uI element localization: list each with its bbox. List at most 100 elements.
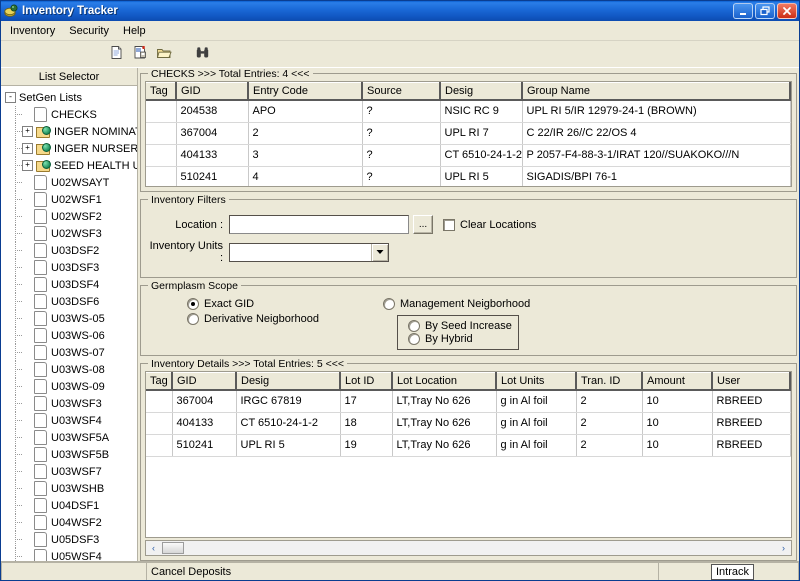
checks-cell-gid[interactable]: 404133: [176, 144, 249, 167]
hscrollbar-track[interactable]: [184, 541, 776, 555]
inventory-details-body[interactable]: 367004 IRGC 67819 17 LT,Tray No 626 g in Al …: [146, 390, 791, 457]
maximize-restore-button[interactable]: [755, 3, 775, 19]
tree-item-u03wshb[interactable]: U03WSHB: [3, 480, 137, 497]
inventory-details-cell-user[interactable]: RBREED: [712, 434, 791, 457]
checks-cell-source[interactable]: ?: [362, 144, 441, 167]
location-browse-button[interactable]: ...: [413, 215, 433, 234]
tree-expand-icon[interactable]: +: [22, 143, 33, 154]
inventory-details-cell-amount[interactable]: 10: [642, 412, 713, 435]
checks-cell-source[interactable]: ?: [362, 100, 441, 123]
table-row[interactable]: 404133 3? CT 6510-24-1-2 P 2057-F4-88-3-1/I…: [146, 144, 791, 167]
tree-item-u02wsf3[interactable]: U02WSF3: [3, 225, 137, 242]
radio-exact-gid-indicator[interactable]: [187, 298, 199, 310]
tree-collapse-icon[interactable]: -: [5, 92, 16, 103]
table-row[interactable]: 204538 APO? NSIC RC 9 UPL RI 5/IR 12979-24-…: [146, 100, 791, 123]
checks-cell-desig[interactable]: UPL RI 5: [440, 166, 523, 186]
checks-cell-gid[interactable]: 367004: [176, 122, 249, 145]
inventory-details-header-gid[interactable]: GID: [172, 372, 237, 391]
table-row[interactable]: 404133 CT 6510-24-1-2 18 LT,Tray No 626 g in…: [146, 412, 791, 435]
radio-by-hybrid[interactable]: By Hybrid: [408, 333, 512, 345]
new-document-button[interactable]: [105, 44, 127, 64]
checks-cell-source[interactable]: ?: [362, 166, 441, 186]
inventory-units-select[interactable]: [229, 242, 389, 262]
checks-table-body[interactable]: 204538 APO? NSIC RC 9 UPL RI 5/IR 12979-24-…: [146, 100, 791, 186]
inventory-details-cell-lot-location[interactable]: LT,Tray No 626: [392, 412, 497, 435]
tree-item-u03ws-07[interactable]: U03WS-07: [3, 344, 137, 361]
inventory-details-cell-tran-id[interactable]: 2: [576, 390, 643, 413]
checks-header-group-name[interactable]: Group Name: [522, 82, 791, 101]
inventory-details-header-amount[interactable]: Amount: [642, 372, 713, 391]
table-row[interactable]: 510241 4? UPL RI 5 SIGADIS/BPI 76-1: [146, 166, 791, 186]
inventory-details-cell-lot-id[interactable]: 19: [340, 434, 393, 457]
location-input[interactable]: [229, 215, 409, 234]
inventory-details-header-tag[interactable]: Tag: [146, 372, 173, 391]
inventory-details-header-tran-id[interactable]: Tran. ID: [576, 372, 643, 391]
save-document-button[interactable]: [129, 44, 151, 64]
checks-cell-gid[interactable]: 204538: [176, 100, 249, 123]
inventory-details-cell-lot-id[interactable]: 18: [340, 412, 393, 435]
checks-cell-gid[interactable]: 510241: [176, 166, 249, 186]
inventory-details-cell-tran-id[interactable]: 2: [576, 412, 643, 435]
menu-security[interactable]: Security: [62, 23, 116, 39]
tree-item-u03dsf2[interactable]: U03DSF2: [3, 242, 137, 259]
find-button[interactable]: [191, 44, 213, 64]
checks-cell-entry-code[interactable]: 2: [248, 122, 363, 145]
tree-item-u02wsf1[interactable]: U02WSF1: [3, 191, 137, 208]
table-row[interactable]: 367004 IRGC 67819 17 LT,Tray No 626 g in Al …: [146, 390, 791, 413]
checks-cell-entry-code[interactable]: 4: [248, 166, 363, 186]
checks-cell-desig[interactable]: NSIC RC 9: [440, 100, 523, 123]
tree-item-u02wsf2[interactable]: U02WSF2: [3, 208, 137, 225]
clear-locations-checkbox-row[interactable]: Clear Locations: [443, 218, 536, 231]
scroll-left-arrow-icon[interactable]: ‹: [146, 541, 161, 555]
checks-cell-group-name[interactable]: C 22/IR 26//C 22/OS 4: [522, 122, 791, 145]
tree-item-u05dsf3[interactable]: U05DSF3: [3, 531, 137, 548]
checks-header-source[interactable]: Source: [362, 82, 441, 101]
checks-cell-group-name[interactable]: UPL RI 5/IR 12979-24-1 (BROWN): [522, 100, 791, 123]
checks-cell-desig[interactable]: CT 6510-24-1-2: [440, 144, 523, 167]
open-folder-button[interactable]: [153, 44, 175, 64]
hscrollbar-thumb[interactable]: [162, 542, 184, 554]
inventory-details-header-lot-location[interactable]: Lot Location: [392, 372, 497, 391]
checks-cell-source[interactable]: ?: [362, 122, 441, 145]
tree-item-inger-nursery[interactable]: + INGER NURSERY: [3, 140, 137, 157]
checks-cell-tag[interactable]: [146, 144, 177, 167]
tree-item-u03dsf4[interactable]: U03DSF4: [3, 276, 137, 293]
chevron-down-icon[interactable]: [371, 243, 388, 261]
inventory-details-cell-user[interactable]: RBREED: [712, 412, 791, 435]
inventory-details-cell-desig[interactable]: UPL RI 5: [236, 434, 341, 457]
menu-help[interactable]: Help: [116, 23, 153, 39]
tree-item-u03ws-08[interactable]: U03WS-08: [3, 361, 137, 378]
inventory-details-cell-tag[interactable]: [146, 412, 173, 435]
tree-item-u03ws-09[interactable]: U03WS-09: [3, 378, 137, 395]
inventory-details-header-desig[interactable]: Desig: [236, 372, 341, 391]
radio-management-neighborhood[interactable]: Management Neigborhood: [383, 298, 530, 310]
inventory-details-cell-amount[interactable]: 10: [642, 434, 713, 457]
checks-header-entry-code[interactable]: Entry Code: [248, 82, 363, 101]
tree-item-u05wsf4[interactable]: U05WSF4: [3, 548, 137, 561]
tree-item-u03dsf6[interactable]: U03DSF6: [3, 293, 137, 310]
checks-header-gid[interactable]: GID: [176, 82, 249, 101]
checks-cell-tag[interactable]: [146, 100, 177, 123]
checks-cell-group-name[interactable]: SIGADIS/BPI 76-1: [522, 166, 791, 186]
menu-inventory[interactable]: Inventory: [3, 23, 62, 39]
inventory-details-hscrollbar[interactable]: ‹ ›: [145, 540, 792, 556]
inventory-details-cell-lot-units[interactable]: g in Al foil: [496, 412, 577, 435]
tree-item-u03wsf4[interactable]: U03WSF4: [3, 412, 137, 429]
checks-cell-tag[interactable]: [146, 166, 177, 186]
inventory-details-cell-gid[interactable]: 404133: [172, 412, 237, 435]
inventory-details-cell-lot-location[interactable]: LT,Tray No 626: [392, 434, 497, 457]
tree-item-setgen-lists[interactable]: - SetGen Lists: [3, 89, 137, 106]
close-button[interactable]: [777, 3, 797, 19]
inventory-details-table[interactable]: Tag GID Desig Lot ID Lot Location Lot Units Tr…: [146, 372, 791, 457]
inventory-details-cell-desig[interactable]: IRGC 67819: [236, 390, 341, 413]
list-selector-tree[interactable]: -SetGen ListsCHECKS+INGER NOMINATION LI+…: [1, 86, 137, 561]
tree-expand-icon[interactable]: +: [22, 126, 33, 137]
inventory-details-cell-tran-id[interactable]: 2: [576, 434, 643, 457]
inventory-details-header-lot-units[interactable]: Lot Units: [496, 372, 577, 391]
radio-by-seed-increase-indicator[interactable]: [408, 320, 420, 332]
table-row[interactable]: 367004 2? UPL RI 7C 22/IR 26//C 22/OS 4: [146, 122, 791, 145]
tree-item-u03wsf7[interactable]: U03WSF7: [3, 463, 137, 480]
checks-header-tag[interactable]: Tag: [146, 82, 177, 101]
tree-item-seed-health-unit[interactable]: + SEED HEALTH UNIT: [3, 157, 137, 174]
radio-by-hybrid-indicator[interactable]: [408, 333, 420, 345]
